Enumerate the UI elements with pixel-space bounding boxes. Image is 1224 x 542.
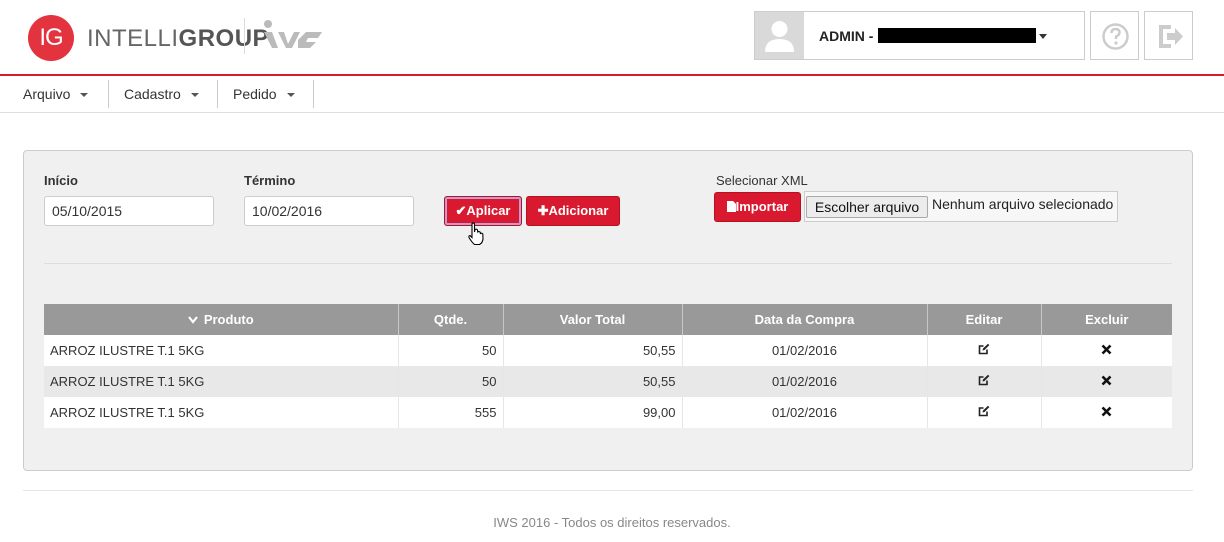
choose-file-button[interactable]: Escolher arquivo [806, 196, 928, 218]
adicionar-button[interactable]: ✚Adicionar [526, 196, 620, 226]
termino-label: Término [244, 173, 296, 188]
cell-data-compra: 01/02/2016 [682, 366, 928, 397]
menu-arquivo-label: Arquivo [23, 86, 71, 102]
cell-produto: ARROZ ILUSTRE T.1 5KG [44, 397, 399, 428]
caret-down-icon [286, 93, 295, 98]
edit-icon[interactable] [978, 343, 990, 355]
table-row: ARROZ ILUSTRE T.1 5KG 50 50,55 01/02/201… [44, 335, 1172, 366]
footer-divider [23, 490, 1193, 491]
redacted-user-name [878, 28, 1036, 43]
menu-divider [217, 80, 218, 108]
file-status-text: Nenhum arquivo selecionado [932, 196, 1114, 212]
cell-qtde: 50 [398, 366, 504, 397]
edit-icon[interactable] [978, 374, 990, 386]
inicio-label: Início [44, 173, 78, 188]
menu-arquivo[interactable]: Arquivo [23, 80, 89, 108]
sort-chevron-down-icon [187, 316, 198, 324]
caret-down-icon [80, 93, 89, 98]
column-header-valor-total[interactable]: Valor Total [503, 304, 683, 335]
column-header-qtde[interactable]: Qtde. [398, 304, 504, 335]
xml-label: Selecionar XML [716, 173, 808, 188]
menu-pedido[interactable]: Pedido [233, 80, 295, 108]
caret-down-icon [190, 93, 199, 98]
footer-copyright: IWS 2016 - Todos os direitos reservados. [493, 515, 731, 530]
delete-x-icon[interactable] [1101, 406, 1112, 417]
user-name-label: ADMIN - [819, 28, 874, 44]
user-dropdown[interactable]: ADMIN - [754, 11, 1085, 60]
cell-qtde: 555 [398, 397, 504, 428]
logo-text-bold: GROUP [178, 25, 270, 52]
file-icon [726, 201, 736, 212]
menu-pedido-label: Pedido [233, 86, 277, 102]
cell-produto: ARROZ ILUSTRE T.1 5KG [44, 366, 399, 397]
sign-out-icon [1159, 25, 1183, 48]
intelligroup-logo-icon: IG [28, 15, 74, 61]
cell-valor-total: 50,55 [503, 335, 683, 366]
delete-x-icon[interactable] [1101, 375, 1112, 386]
importar-label: Importar [735, 199, 789, 214]
menu-divider [108, 80, 109, 108]
menu-cadastro-label: Cadastro [124, 86, 181, 102]
inicio-date-input[interactable] [44, 196, 214, 226]
user-avatar-icon [755, 12, 804, 59]
logout-button[interactable] [1144, 11, 1193, 60]
file-chooser: Escolher arquivo Nenhum arquivo selecion… [804, 191, 1118, 222]
help-button[interactable] [1090, 11, 1139, 60]
column-header-produto[interactable]: Produto [44, 304, 399, 335]
table-row: ARROZ ILUSTRE T.1 5KG 555 99,00 01/02/20… [44, 397, 1172, 428]
column-header-editar: Editar [927, 304, 1042, 335]
iws-brand-logo-icon [264, 20, 322, 48]
column-header-data-compra[interactable]: Data da Compra [682, 304, 928, 335]
purchases-table: Produto Qtde. Valor Total Data da Compra… [44, 304, 1172, 428]
panel-divider [44, 263, 1172, 264]
cell-produto: ARROZ ILUSTRE T.1 5KG [44, 335, 399, 366]
table-header-row: Produto Qtde. Valor Total Data da Compra… [44, 304, 1172, 335]
cell-excluir [1041, 335, 1172, 366]
delete-x-icon[interactable] [1101, 344, 1112, 355]
logo-text-light: INTELLI [87, 25, 179, 52]
produto-header-label: Produto [203, 312, 254, 327]
chevron-down-icon [1039, 34, 1047, 39]
logo-divider [244, 18, 245, 54]
top-header: IG INTELLIGROUP ADMIN - [0, 0, 1224, 76]
cell-excluir [1041, 397, 1172, 428]
intelligroup-logo-text: INTELLIGROUP [87, 25, 269, 53]
cell-valor-total: 99,00 [503, 397, 683, 428]
termino-date-input[interactable] [244, 196, 414, 226]
cell-editar [927, 397, 1042, 428]
main-menu-bar: Arquivo Cadastro Pedido [0, 76, 1224, 113]
menu-divider [313, 80, 314, 108]
edit-icon[interactable] [978, 405, 990, 417]
importar-button[interactable]: Importar [714, 192, 801, 222]
cell-data-compra: 01/02/2016 [682, 397, 928, 428]
hand-cursor-icon [468, 222, 484, 246]
table-row: ARROZ ILUSTRE T.1 5KG 50 50,55 01/02/201… [44, 366, 1172, 397]
cell-editar [927, 366, 1042, 397]
menu-cadastro[interactable]: Cadastro [124, 80, 199, 108]
cell-valor-total: 50,55 [503, 366, 683, 397]
cell-editar [927, 335, 1042, 366]
cell-data-compra: 01/02/2016 [682, 335, 928, 366]
column-header-excluir: Excluir [1041, 304, 1172, 335]
cell-qtde: 50 [398, 335, 504, 366]
cell-excluir [1041, 366, 1172, 397]
question-circle-icon [1102, 23, 1129, 50]
